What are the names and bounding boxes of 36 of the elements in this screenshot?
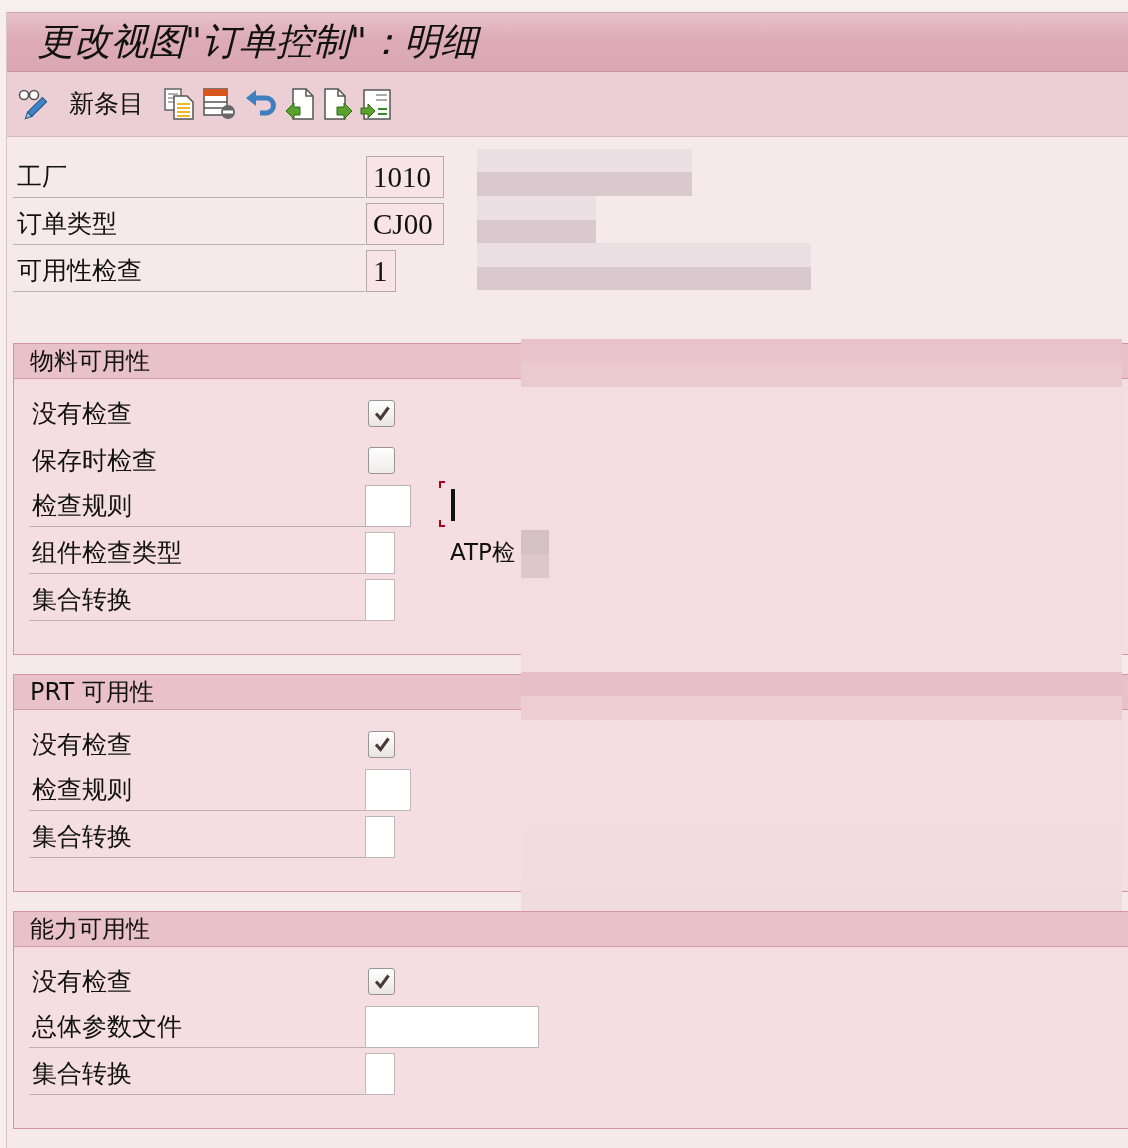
glasses-pencil-icon[interactable] [18, 88, 50, 120]
checkmark-icon [373, 974, 390, 989]
copy-icon[interactable] [164, 88, 194, 120]
field-description: ATP检 [449, 538, 515, 567]
checkbox-label: 没有检查 [31, 398, 133, 430]
checkbox-label: 没有检查 [31, 729, 133, 761]
checkbox[interactable] [368, 731, 395, 758]
display-field[interactable]: CJ00 [366, 203, 444, 245]
field-label: 工厂 [13, 155, 365, 198]
input-field[interactable] [365, 816, 395, 858]
checkbox-label: 保存时检查 [31, 445, 158, 477]
group-title: 能力可用性 [30, 914, 150, 945]
group-title: PRT 可用性 [30, 677, 154, 708]
checkmark-icon [373, 737, 390, 752]
checkbox[interactable] [368, 447, 395, 474]
page-arrow-left-icon[interactable] [285, 88, 315, 120]
checkbox[interactable] [368, 968, 395, 995]
checkmark-icon [373, 406, 390, 421]
display-field[interactable]: 1010 [366, 156, 444, 198]
checkbox-label: 没有检查 [31, 966, 133, 998]
window-title: 更改视图"订单控制"：明细 [37, 21, 479, 63]
input-field[interactable] [365, 769, 411, 811]
display-field[interactable]: 1 [366, 250, 396, 292]
checkbox[interactable] [368, 400, 395, 427]
table-minus-icon[interactable] [203, 88, 236, 120]
input-field[interactable] [365, 1053, 395, 1095]
field-label: 订单类型 [13, 202, 365, 245]
input-field[interactable] [365, 579, 395, 621]
input-field[interactable] [365, 485, 411, 527]
undo-icon[interactable] [245, 89, 276, 119]
input-field[interactable] [365, 1006, 539, 1048]
page-arrow-right-icon[interactable] [324, 88, 353, 120]
input-field[interactable] [365, 532, 395, 574]
group-title: 物料可用性 [30, 346, 150, 377]
new-entries-button[interactable]: 新条目 [69, 88, 144, 120]
field-label: 可用性检查 [13, 249, 365, 292]
